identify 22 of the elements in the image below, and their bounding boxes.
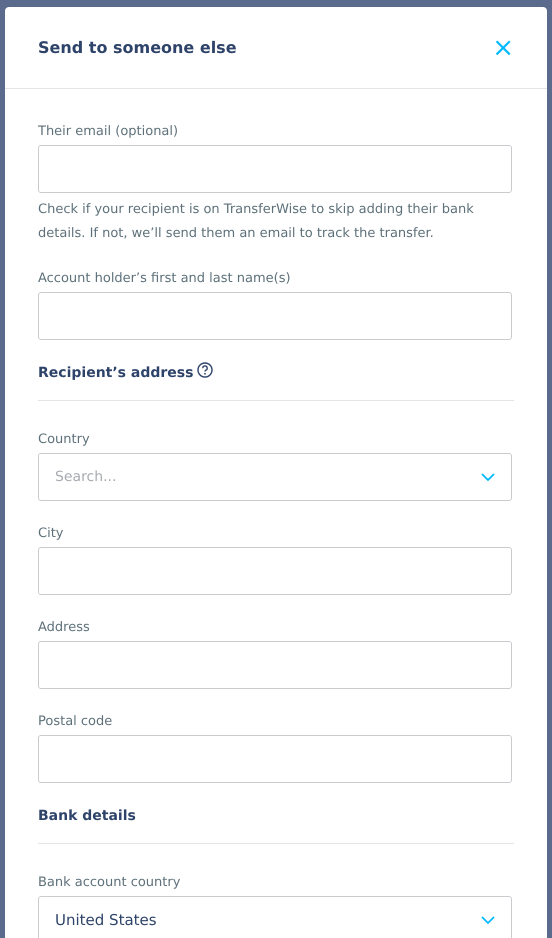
chevron-down-icon bbox=[481, 472, 495, 482]
field-label: Bank account country bbox=[38, 874, 182, 892]
field-label: Postal code bbox=[38, 713, 114, 731]
help-text: Check if your recipient is on TransferWise to skip adding their bank details. If not, we’ll send them an email to track the transfer. bbox=[38, 201, 475, 243]
input-field[interactable] bbox=[38, 735, 512, 783]
input-field[interactable] bbox=[38, 145, 512, 193]
field-label: Address bbox=[38, 619, 91, 637]
dropdown-field[interactable]: Search... bbox=[38, 453, 512, 501]
field-label: Country bbox=[38, 431, 91, 449]
close-button[interactable]: × bbox=[492, 34, 514, 60]
field-label: City bbox=[38, 525, 64, 543]
help-icon[interactable] bbox=[197, 362, 214, 378]
input-field[interactable] bbox=[38, 292, 512, 340]
dropdown-field[interactable]: United States bbox=[38, 896, 512, 938]
field-label: Their email (optional) bbox=[38, 123, 180, 141]
input-field[interactable] bbox=[38, 641, 512, 689]
chevron-down-icon bbox=[481, 916, 495, 924]
section-heading: Recipient’s address bbox=[38, 364, 194, 383]
field-label: Account holder’s first and last name(s) bbox=[38, 270, 292, 288]
dialog-title: Send to someone else bbox=[38, 38, 237, 57]
input-field[interactable] bbox=[38, 547, 512, 595]
section-heading: Bank details bbox=[38, 807, 136, 826]
